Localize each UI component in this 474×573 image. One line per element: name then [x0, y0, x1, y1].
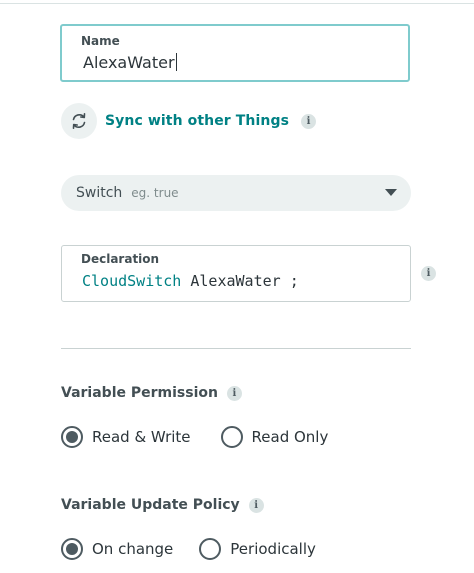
info-icon[interactable]: i — [301, 113, 317, 129]
radio-label: Periodically — [230, 540, 316, 558]
update-on-change-option[interactable]: On change — [61, 538, 173, 560]
declaration-type: CloudSwitch — [82, 272, 182, 290]
update-policy-title: Variable Update Policy i — [61, 497, 264, 513]
sync-icon — [72, 113, 86, 129]
sync-with-things-link[interactable]: Sync with other Things — [105, 113, 289, 129]
name-field[interactable]: Name AlexaWater — [60, 24, 410, 82]
radio-label: Read Only — [251, 428, 329, 446]
radio-label: On change — [92, 540, 174, 558]
declaration-box: Declaration CloudSwitch AlexaWater ; — [61, 245, 411, 302]
sync-button[interactable] — [61, 103, 97, 139]
radio-unchecked-icon[interactable] — [199, 538, 222, 560]
declaration-code: CloudSwitch AlexaWater ; — [82, 272, 299, 290]
name-field-text: AlexaWater — [83, 53, 175, 72]
permission-radio-group: Read & Write Read Only — [61, 426, 358, 448]
permission-title-text: Variable Permission — [61, 385, 218, 401]
info-icon[interactable]: i — [248, 497, 264, 513]
permission-read-only-option[interactable]: Read Only — [220, 426, 329, 448]
variable-type-value: Switch — [76, 185, 123, 201]
variable-type-hint: eg. true — [131, 186, 179, 200]
chevron-down-icon — [385, 189, 397, 196]
info-icon[interactable]: i — [421, 266, 436, 281]
text-caret — [175, 53, 177, 71]
declaration-terminator: ; — [289, 272, 299, 290]
sync-row: Sync with other Things i — [61, 102, 317, 140]
name-field-label: Name — [81, 34, 120, 48]
top-divider — [0, 3, 474, 4]
info-icon[interactable]: i — [226, 385, 242, 401]
name-field-value[interactable]: AlexaWater — [83, 53, 177, 72]
update-policy-radio-group: On change Periodically — [61, 538, 346, 560]
permission-title: Variable Permission i — [61, 385, 242, 401]
declaration-name: AlexaWater — [190, 272, 281, 290]
radio-label: Read & Write — [92, 428, 191, 446]
update-policy-title-text: Variable Update Policy — [61, 497, 240, 513]
variable-type-select[interactable]: Switch eg. true — [61, 175, 411, 211]
section-divider — [61, 348, 411, 349]
radio-unchecked-icon[interactable] — [220, 426, 243, 448]
radio-checked-icon[interactable] — [61, 426, 83, 448]
radio-checked-icon[interactable] — [61, 538, 83, 560]
update-periodically-option[interactable]: Periodically — [199, 538, 316, 560]
permission-read-write-option[interactable]: Read & Write — [61, 426, 191, 448]
declaration-label: Declaration — [81, 252, 160, 266]
